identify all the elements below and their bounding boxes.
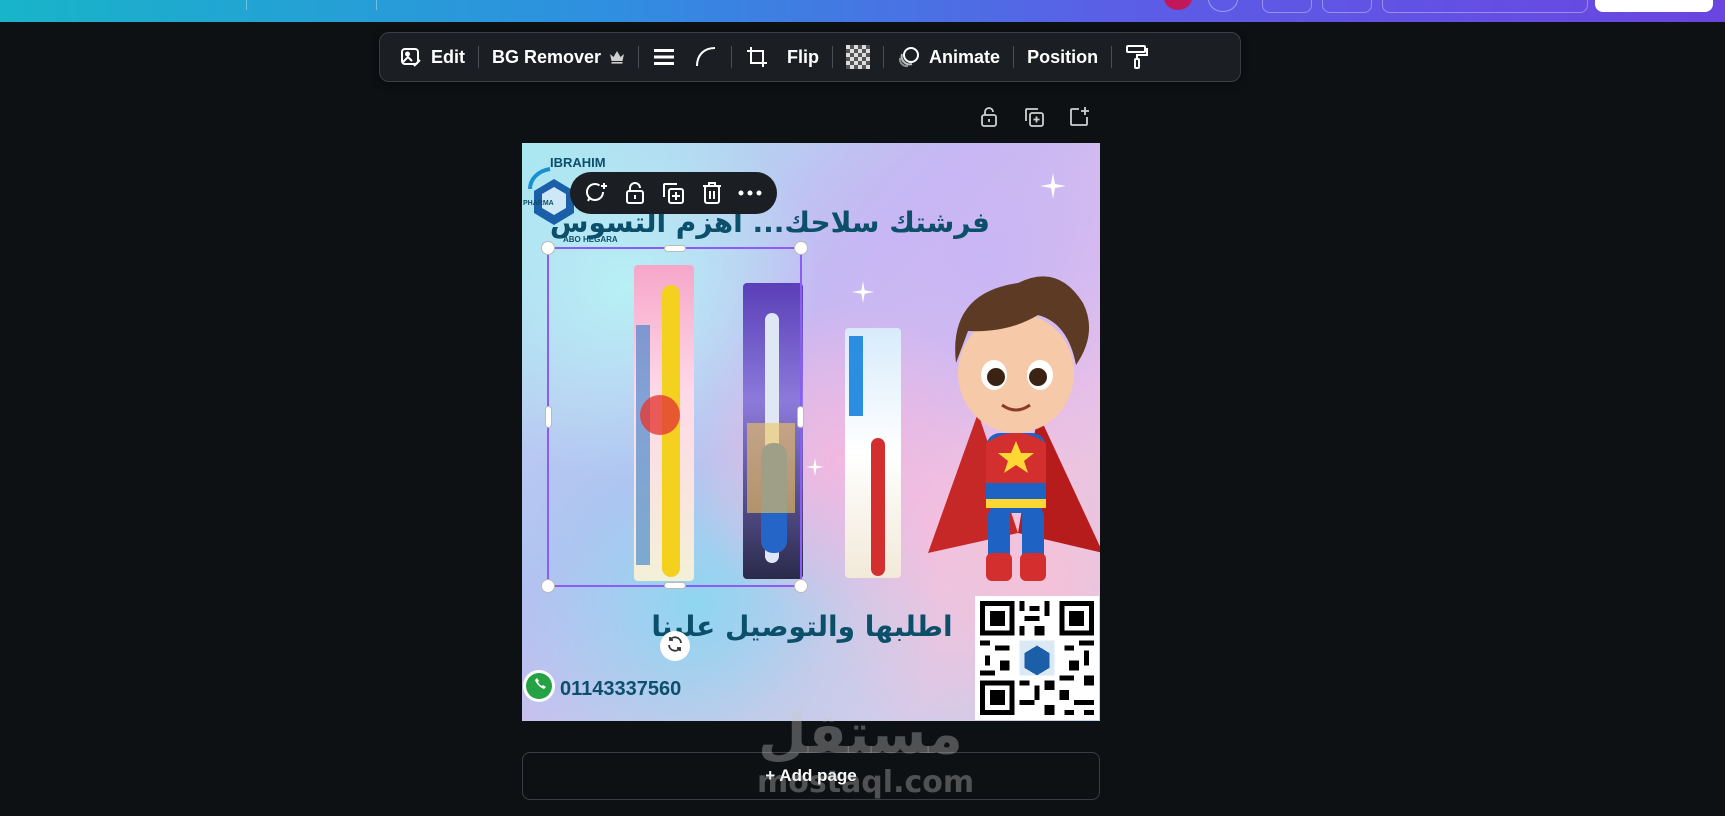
resize-handle-top[interactable] bbox=[664, 245, 686, 252]
duplicate-icon[interactable] bbox=[659, 179, 687, 207]
border-lines-icon bbox=[652, 45, 676, 69]
header-button[interactable] bbox=[1322, 0, 1372, 13]
copy-style-button[interactable] bbox=[1116, 38, 1158, 76]
resize-handle-right[interactable] bbox=[797, 406, 804, 428]
crown-icon bbox=[609, 50, 625, 64]
transparency-button[interactable] bbox=[837, 38, 879, 76]
design-phone-number[interactable]: 01143337560 bbox=[560, 678, 681, 701]
element-context-menu bbox=[570, 172, 777, 214]
toolbar-divider bbox=[478, 46, 479, 68]
selection-box[interactable] bbox=[541, 241, 808, 593]
watermark-latin: mostaql.com bbox=[757, 765, 975, 800]
crop-icon bbox=[745, 45, 769, 69]
trash-icon[interactable] bbox=[698, 179, 726, 207]
resize-handle-top-left[interactable] bbox=[541, 241, 555, 255]
resize-handle-bottom-right[interactable] bbox=[794, 579, 808, 593]
transparency-icon bbox=[846, 45, 871, 69]
bg-remover-label: BG Remover bbox=[492, 46, 602, 67]
flip-button[interactable]: Flip bbox=[778, 38, 828, 76]
animate-icon bbox=[897, 45, 921, 69]
page-actions bbox=[978, 106, 1090, 128]
qr-code[interactable] bbox=[975, 596, 1099, 720]
whatsapp-icon bbox=[526, 673, 552, 699]
superhero-illustration[interactable] bbox=[908, 253, 1100, 583]
resize-handle-left[interactable] bbox=[545, 406, 552, 428]
sparkle-icon bbox=[1040, 173, 1066, 199]
design-subline[interactable]: اطلبها والتوصيل علينا bbox=[642, 610, 962, 643]
header-button[interactable] bbox=[1262, 0, 1312, 13]
share-button[interactable] bbox=[1595, 0, 1713, 12]
toolbar-divider bbox=[832, 46, 834, 68]
flip-label: Flip bbox=[787, 46, 820, 67]
toolbar-divider bbox=[731, 46, 733, 68]
whatsapp-badge bbox=[523, 670, 555, 702]
animate-button[interactable]: Animate bbox=[888, 38, 1009, 76]
paint-roller-icon bbox=[1125, 44, 1149, 70]
animate-label: Animate bbox=[929, 46, 1001, 67]
sparkle-icon bbox=[806, 458, 824, 476]
lock-icon[interactable] bbox=[621, 179, 649, 207]
toothbrush-pack-blue[interactable] bbox=[845, 328, 901, 578]
watermark-arabic: مستقل bbox=[758, 702, 963, 767]
position-label: Position bbox=[1027, 46, 1099, 67]
element-toolbar: Edit BG Remover Flip Animate Position bbox=[379, 32, 1241, 82]
bg-remover-button[interactable]: BG Remover bbox=[483, 38, 634, 76]
toolbar-divider bbox=[883, 46, 885, 68]
more-icon[interactable] bbox=[736, 179, 764, 207]
toolbar-divider bbox=[1013, 46, 1015, 68]
toolbar-divider bbox=[1111, 46, 1113, 68]
add-page-icon[interactable] bbox=[1068, 106, 1090, 128]
editor-header bbox=[0, 0, 1725, 22]
corner-rounding-icon bbox=[694, 45, 718, 69]
corner-rounding-button[interactable] bbox=[685, 38, 727, 76]
border-style-button[interactable] bbox=[643, 38, 685, 76]
edit-button[interactable]: Edit bbox=[390, 38, 474, 76]
header-button[interactable] bbox=[1382, 0, 1588, 13]
comment-icon[interactable] bbox=[583, 179, 611, 207]
resize-handle-bottom[interactable] bbox=[664, 582, 686, 589]
lock-page-icon[interactable] bbox=[978, 106, 1000, 128]
resize-handle-bottom-left[interactable] bbox=[541, 579, 555, 593]
resize-handle-top-right[interactable] bbox=[794, 241, 808, 255]
avatar[interactable] bbox=[1164, 0, 1192, 10]
toolbar-divider bbox=[638, 46, 640, 68]
rotate-handle[interactable] bbox=[660, 631, 690, 661]
header-divider bbox=[246, 0, 247, 10]
duplicate-page-icon[interactable] bbox=[1023, 106, 1045, 128]
avatar[interactable] bbox=[1208, 0, 1238, 12]
position-button[interactable]: Position bbox=[1018, 38, 1107, 76]
rotate-icon bbox=[666, 635, 684, 658]
crop-button[interactable] bbox=[736, 38, 778, 76]
sparkle-icon bbox=[852, 281, 874, 303]
header-divider bbox=[376, 0, 377, 10]
edit-image-icon bbox=[399, 45, 423, 69]
edit-label: Edit bbox=[431, 46, 465, 67]
